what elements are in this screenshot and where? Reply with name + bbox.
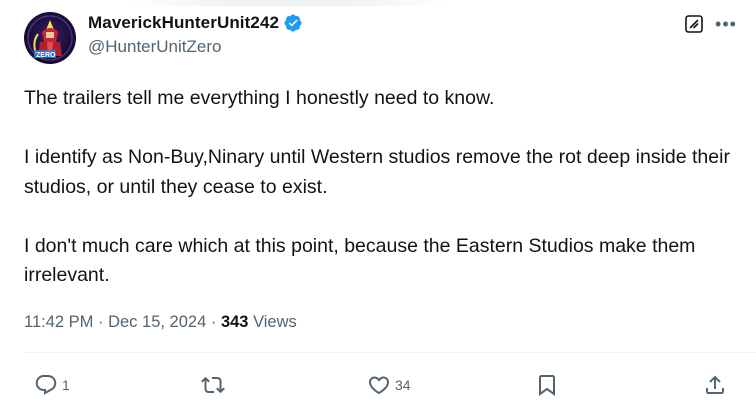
display-name[interactable]: MaverickHunterUnit242	[88, 13, 279, 33]
avatar[interactable]: ZERO	[24, 12, 76, 64]
grok-icon[interactable]	[684, 14, 704, 34]
zero-character-icon: ZERO	[27, 15, 73, 61]
reply-icon	[35, 375, 57, 395]
bookmark-icon	[539, 375, 555, 396]
share-button[interactable]	[703, 373, 727, 397]
views-label: Views	[253, 313, 297, 331]
top-fade-divider	[130, 0, 450, 6]
top-actions: •••	[684, 14, 738, 34]
meta-separator: ·	[98, 313, 104, 331]
bookmark-button[interactable]	[535, 373, 559, 397]
svg-text:ZERO: ZERO	[36, 52, 56, 59]
name-row: MaverickHunterUnit242	[88, 12, 676, 34]
like-button[interactable]: 34	[367, 373, 411, 397]
user-handle[interactable]: @HunterUnitZero	[88, 37, 676, 57]
tweet-paragraph: The trailers tell me everything I honest…	[24, 87, 495, 109]
tweet-date[interactable]: Dec 15, 2024	[108, 313, 206, 331]
verified-badge-icon[interactable]	[283, 13, 303, 33]
meta-separator: ·	[210, 313, 217, 331]
like-count: 34	[395, 377, 411, 393]
more-options-icon[interactable]: •••	[714, 14, 738, 34]
tweet-paragraph: I identify as Non-Buy,Ninary until Weste…	[24, 146, 730, 198]
share-icon	[706, 375, 724, 394]
reply-count: 1	[62, 377, 70, 393]
retweet-icon	[201, 376, 225, 394]
tweet-time[interactable]: 11:42 PM	[24, 313, 93, 331]
reply-button[interactable]: 1	[34, 373, 70, 397]
views-count[interactable]: 343	[221, 313, 249, 331]
tweet-meta: 11:42 PM · Dec 15, 2024 · 343 Views	[24, 313, 297, 332]
heart-icon	[368, 376, 390, 395]
retweet-button[interactable]	[201, 373, 229, 397]
tweet-header: MaverickHunterUnit242 @HunterUnitZero	[88, 12, 676, 57]
divider	[24, 352, 756, 353]
action-bar: 1 34	[0, 370, 756, 400]
tweet-paragraph: I don't much care which at this point, b…	[24, 234, 696, 287]
tweet-text: The trailers tell me everything I honest…	[24, 84, 744, 291]
